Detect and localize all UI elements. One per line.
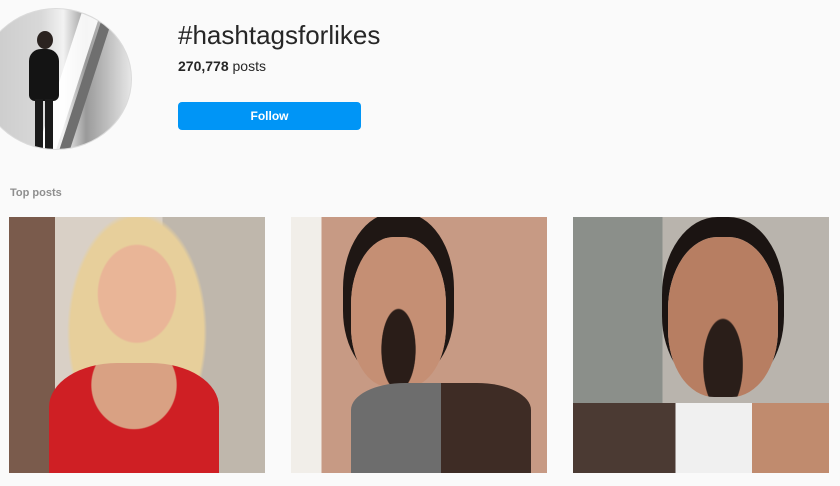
top-post-1[interactable] <box>9 217 265 473</box>
post-count: 270,778 posts <box>178 58 266 74</box>
post-count-value: 270,778 <box>178 58 229 74</box>
top-post-2[interactable] <box>291 217 547 473</box>
avatar-image-detail <box>35 99 53 149</box>
hashtag-title: #hashtagsforlikes <box>178 20 381 50</box>
post-count-suffix: posts <box>228 58 266 74</box>
top-post-3[interactable] <box>573 217 829 473</box>
follow-button[interactable]: Follow <box>178 102 361 130</box>
avatar-image-detail <box>37 31 53 49</box>
avatar-image-detail <box>29 49 59 101</box>
top-posts-heading: Top posts <box>10 187 62 199</box>
hashtag-avatar <box>0 8 132 150</box>
